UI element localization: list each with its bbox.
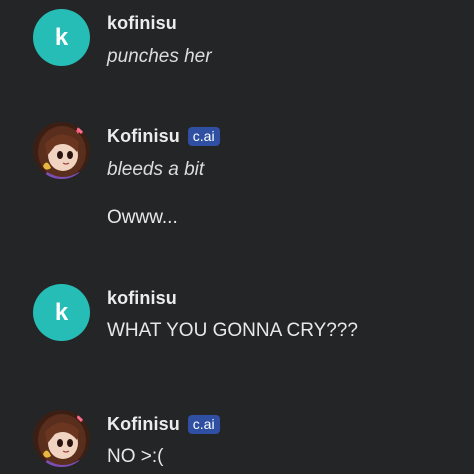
message-4: Kofinisu c.ai NO >:( [0, 398, 474, 474]
message-text-action: bleeds a bit [107, 159, 205, 180]
character-avatar[interactable] [33, 410, 90, 467]
avatar-letter: k [54, 298, 69, 326]
message-text: punches her [107, 46, 212, 67]
anime-girl-avatar-image [33, 410, 90, 467]
sender-name[interactable]: kofinisu [107, 288, 177, 309]
sender-name[interactable]: Kofinisu [107, 414, 180, 435]
message-3: k kofinisu WHAT YOU GONNA CRY??? [0, 275, 474, 375]
user-avatar[interactable]: k [33, 284, 90, 341]
sender-name[interactable]: Kofinisu [107, 126, 180, 147]
anime-girl-avatar-image [33, 122, 90, 179]
message-text: WHAT YOU GONNA CRY??? [107, 320, 358, 341]
cai-badge: c.ai [187, 126, 220, 146]
message-text: NO >:( [107, 446, 164, 467]
user-avatar[interactable]: k [33, 9, 90, 66]
sender-name[interactable]: kofinisu [107, 13, 177, 34]
character-avatar[interactable] [33, 122, 90, 179]
message-text: Owww... [107, 207, 178, 228]
cai-badge: c.ai [187, 414, 220, 434]
avatar-letter: k [54, 23, 69, 51]
message-2: Kofinisu c.ai bleeds a bit Owww... [0, 110, 474, 260]
message-1: k kofinisu punches her [0, 0, 474, 100]
